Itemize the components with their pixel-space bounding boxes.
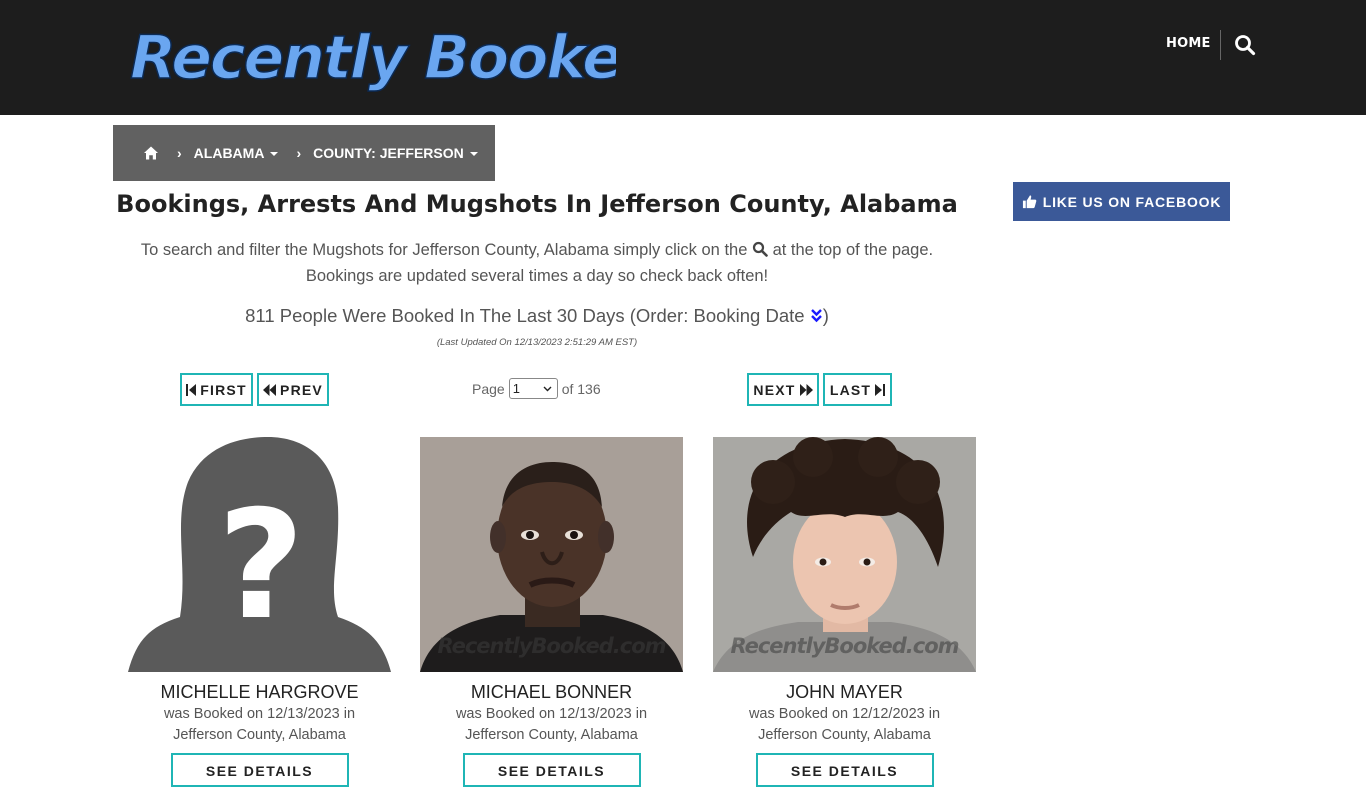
page-select[interactable]: 1 [508,378,558,399]
booking-location: Jefferson County, Alabama [758,727,931,743]
inmate-card[interactable]: RecentlyBooked.com JOHN MAYER was Booked… [713,437,976,787]
breadcrumb-county[interactable]: COUNTY: JEFFERSON [313,145,478,161]
next-page-button[interactable]: NEXT [747,373,819,406]
chevron-right-icon: › [296,145,302,161]
page-title: Bookings, Arrests And Mugshots In Jeffer… [116,190,958,218]
see-details-button[interactable]: SEE DETAILS [170,753,349,787]
inmate-name[interactable]: MICHELLE HARGROVE [128,682,391,703]
booking-date: was Booked on 12/13/2023 in [163,706,356,722]
chevron-right-icon: › [177,145,182,161]
see-details-button[interactable]: SEE DETAILS [462,753,641,787]
booking-count: 811 People Were Booked In The Last 30 Da… [245,305,829,326]
nav-divider [1220,30,1221,60]
booking-location: Jefferson County, Alabama [465,727,638,743]
mugshot-photo[interactable]: RecentlyBooked.com [713,437,976,672]
intro-text: To search and filter the Mugshots for Je… [140,241,934,285]
last-page-button[interactable]: LAST [823,373,892,406]
facebook-like-button[interactable]: LIKE US ON FACEBOOK [1013,182,1230,221]
site-logo[interactable]: Recently Booked [126,18,616,92]
nav-home-link[interactable]: HOME [1166,36,1211,51]
fast-forward-icon [799,383,813,396]
sort-order-icon[interactable] [810,308,823,324]
page-selector: Page 1 of 136 [472,378,601,399]
first-page-button[interactable]: FIRST [180,373,253,406]
chevron-down-icon [543,386,552,391]
booking-date: was Booked on 12/13/2023 in [455,706,648,722]
inmate-name[interactable]: MICHAEL BONNER [420,682,683,703]
skip-last-icon [875,383,886,396]
prev-page-button[interactable]: PREV [257,373,329,406]
search-icon[interactable] [1234,34,1256,56]
caret-down-icon [469,152,478,157]
inmate-card[interactable]: RecentlyBooked.com MICHAEL BONNER was Bo… [420,437,683,787]
svg-text:Recently Booked: Recently Booked [130,23,616,92]
mugshot-placeholder[interactable]: ? [128,437,391,672]
breadcrumb-state[interactable]: ALABAMA [194,145,279,161]
watermark: RecentlyBooked.com [437,634,666,658]
inmate-name[interactable]: JOHN MAYER [713,682,976,703]
skip-first-icon [186,383,197,396]
booking-date: was Booked on 12/12/2023 in [748,706,941,722]
see-details-button[interactable]: SEE DETAILS [755,753,934,787]
mugshot-photo[interactable]: RecentlyBooked.com [420,437,683,672]
last-updated: (Last Updated On 12/13/2023 2:51:29 AM E… [436,337,638,348]
unknown-person-icon: ? [128,437,391,672]
home-icon[interactable] [143,145,159,161]
svg-text:?: ? [217,479,304,653]
caret-down-icon [270,152,279,157]
search-icon [752,241,768,257]
inmate-card[interactable]: ? MICHELLE HARGROVE was Booked on 12/13/… [128,437,391,787]
booking-location: Jefferson County, Alabama [173,727,346,743]
breadcrumb: › ALABAMA › COUNTY: JEFFERSON [113,125,495,181]
thumbs-up-icon [1022,195,1037,209]
rewind-icon [263,383,277,396]
watermark: RecentlyBooked.com [730,634,959,658]
site-header: Recently Booked HOME [0,0,1366,115]
